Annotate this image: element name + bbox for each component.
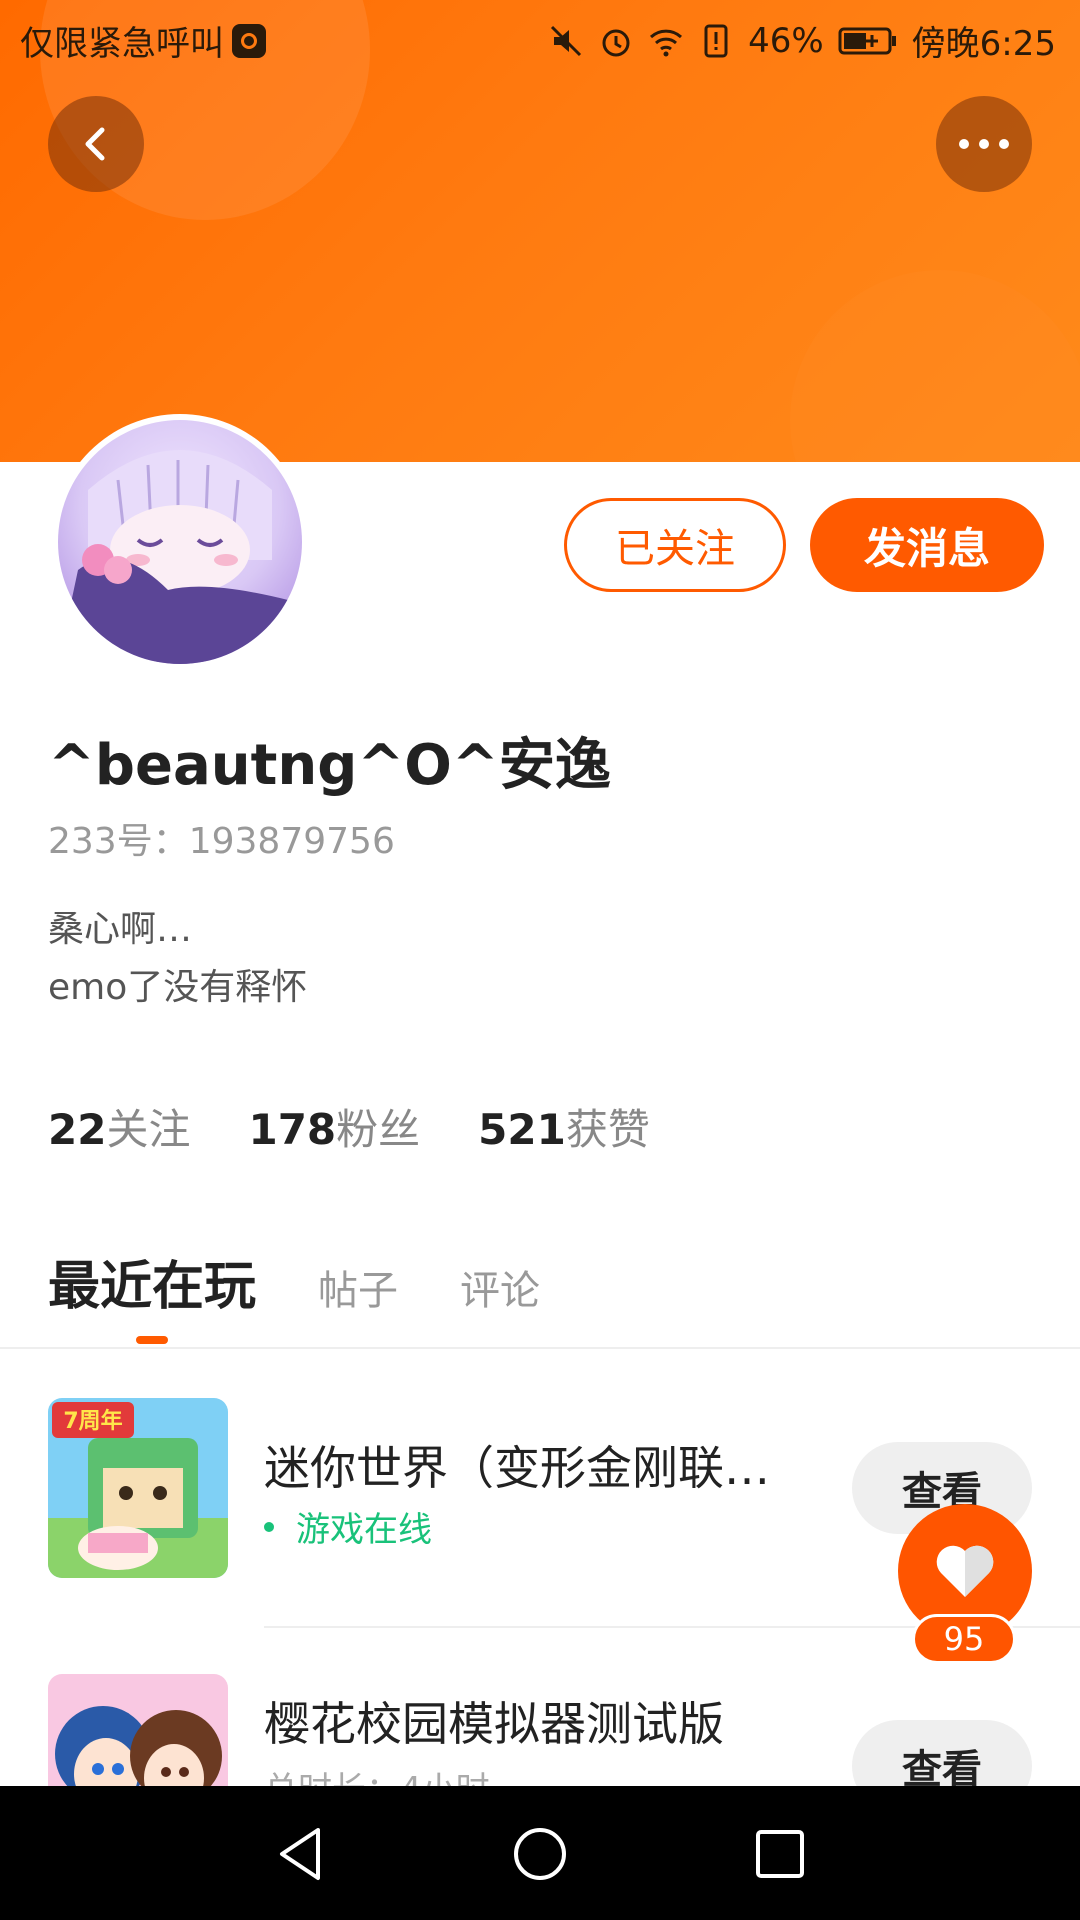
tab-posts[interactable]: 帖子 — [318, 1258, 398, 1316]
stat-number: 521 — [478, 1105, 566, 1154]
nav-recents-icon[interactable] — [748, 1822, 812, 1886]
status-left: 仅限紧急呼叫 — [20, 16, 266, 65]
send-message-button[interactable]: 发消息 — [810, 498, 1044, 592]
battery-percent: 46% — [748, 20, 824, 61]
back-button[interactable] — [48, 96, 144, 192]
followed-button[interactable]: 已关注 — [564, 498, 786, 592]
stat-number: 22 — [48, 1105, 107, 1154]
game-badge-text: 7周年 — [63, 1408, 122, 1434]
sim-alert-icon — [704, 24, 728, 57]
like-count-badge: 95 — [912, 1614, 1016, 1664]
active-tab-indicator — [136, 1336, 168, 1344]
stat-fans[interactable]: 178粉丝 — [248, 1096, 420, 1157]
stat-label: 粉丝 — [336, 1105, 421, 1154]
heart-icon — [936, 1545, 994, 1597]
nav-home-icon[interactable] — [508, 1822, 572, 1886]
tab-recently-playing[interactable]: 最近在玩 — [48, 1244, 256, 1319]
stat-label: 关注 — [106, 1105, 191, 1154]
alarm-icon — [602, 29, 630, 56]
game-icon: 7周年 — [48, 1398, 228, 1578]
stats-row: 22关注 178粉丝 521获赞 — [48, 1096, 650, 1157]
stat-number: 178 — [248, 1105, 337, 1154]
profile-tabs: 最近在玩 帖子 评论 — [48, 1244, 540, 1319]
stat-following[interactable]: 22关注 — [48, 1096, 190, 1157]
username: ^beautng^O^安逸 — [48, 733, 611, 798]
divider — [0, 1347, 1080, 1349]
banner-decoration — [790, 270, 1080, 462]
more-dots-icon — [959, 139, 1009, 149]
avatar[interactable] — [52, 414, 308, 670]
status-bar: 仅限紧急呼叫 46% 傍晚6:25 — [0, 0, 1080, 72]
bio-line-1: 桑心啊… — [48, 909, 193, 950]
game-title: 樱花校园模拟器测试版 — [264, 1697, 724, 1751]
status-text: 游戏在线 — [296, 1510, 432, 1550]
mute-icon — [551, 25, 582, 56]
stat-likes[interactable]: 521获赞 — [478, 1096, 650, 1157]
avatar-image — [58, 420, 302, 664]
status-time: 傍晚6:25 — [911, 24, 1056, 64]
system-nav-bar — [0, 1786, 1080, 1920]
profile-screen: 仅限紧急呼叫 46% 傍晚6:25 已关注 发消息 ^beautng^O^安逸 … — [0, 0, 1080, 1920]
game-online-status: 游戏在线 — [264, 1502, 432, 1551]
bio-line-2: emo了没有释怀 — [48, 967, 308, 1008]
wifi-icon — [650, 29, 683, 56]
more-button[interactable] — [936, 96, 1032, 192]
status-right: 46% 傍晚6:25 — [548, 16, 1056, 65]
battery-icon — [838, 27, 896, 54]
tab-comments[interactable]: 评论 — [460, 1258, 540, 1316]
app-badge-icon — [232, 23, 266, 58]
carrier-text: 仅限紧急呼叫 — [20, 24, 224, 64]
stat-label: 获赞 — [565, 1105, 650, 1154]
game-title: 迷你世界（变形金刚联… — [264, 1441, 770, 1495]
chevron-left-icon — [85, 127, 105, 161]
online-dot — [264, 1521, 274, 1532]
nav-back-icon[interactable] — [268, 1822, 332, 1886]
user-id: 233号：193879756 — [48, 821, 395, 862]
